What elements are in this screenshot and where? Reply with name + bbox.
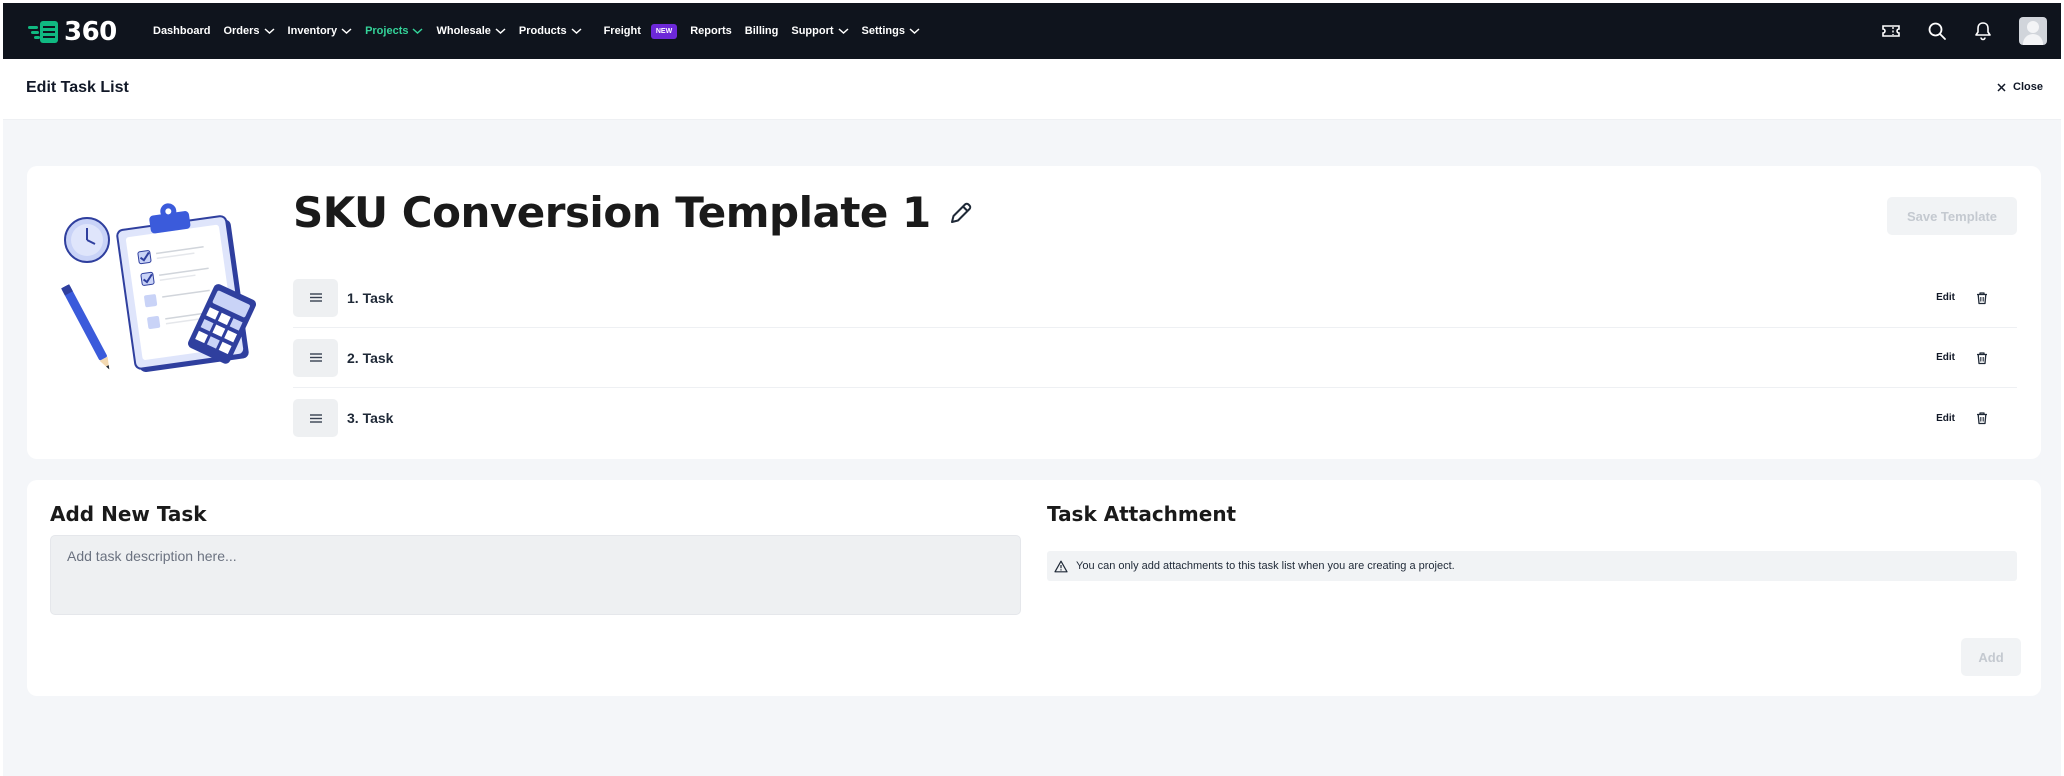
clipboard-illustration (61, 203, 257, 373)
nav-item-support[interactable]: Support (791, 25, 849, 37)
chevron-down-icon (412, 28, 423, 35)
avatar[interactable] (2019, 17, 2047, 45)
bell-icon[interactable] (1973, 21, 1993, 41)
avatar-body (2023, 34, 2043, 45)
nav-item-freight[interactable]: Freight NEW (603, 23, 678, 39)
avatar-head (2027, 21, 2039, 33)
chevron-down-icon (341, 28, 352, 35)
drag-handle-icon (309, 293, 322, 302)
main-nav-menu: Dashboard Orders Inventory Projects Whol… (153, 3, 933, 59)
nav-item-billing[interactable]: Billing (745, 25, 779, 37)
nav-item-products[interactable]: Products (519, 25, 582, 37)
template-title: SKU Conversion Template 1 (293, 188, 975, 237)
task-label: 2. Task (347, 349, 394, 366)
drag-handle[interactable] (293, 338, 338, 377)
task-row: 3. Task Edit (293, 388, 2017, 448)
nav-label: Support (791, 25, 834, 37)
chevron-down-icon (495, 28, 506, 35)
page-header: Edit Task List Close (3, 59, 2061, 120)
logo-mark-icon (28, 21, 58, 43)
task-edit-button[interactable]: Edit (1936, 413, 1955, 424)
pencil-icon[interactable] (947, 199, 975, 227)
add-task-card: Add New Task Task Attachment You can onl… (27, 480, 2041, 696)
nav-label: Projects (365, 25, 409, 37)
chevron-down-icon (838, 28, 849, 35)
nav-item-orders[interactable]: Orders (223, 25, 275, 37)
save-template-button[interactable]: Save Template (1887, 197, 2017, 235)
template-name: SKU Conversion Template 1 (293, 188, 931, 237)
close-label: Close (2013, 81, 2043, 93)
nav-item-inventory[interactable]: Inventory (288, 25, 353, 37)
new-badge: NEW (650, 23, 678, 39)
nav-item-dashboard[interactable]: Dashboard (153, 25, 210, 37)
chevron-down-icon (264, 28, 275, 35)
task-row: 2. Task Edit (293, 328, 2017, 388)
task-row: 1. Task Edit (293, 268, 2017, 328)
nav-label: Wholesale (436, 25, 491, 37)
nav-item-reports[interactable]: Reports (690, 25, 732, 37)
task-list: 1. Task Edit 2. Task Edit 3. Task Edit (293, 268, 2017, 448)
close-icon (1997, 82, 2006, 92)
nav-label: Reports (690, 25, 732, 37)
logo-text: 360 (64, 17, 117, 47)
nav-label: Billing (744, 25, 779, 37)
top-navigation-bar: 360 Dashboard Orders Inventory Projects … (3, 3, 2061, 59)
nav-label: Inventory (287, 25, 338, 37)
nav-label: Freight (603, 25, 641, 37)
nav-label: Products (518, 25, 567, 37)
drag-handle[interactable] (293, 399, 338, 437)
trash-icon[interactable] (1975, 351, 1989, 365)
nav-label: Orders (223, 25, 260, 37)
chevron-down-icon (571, 28, 582, 35)
nav-item-settings[interactable]: Settings (862, 25, 920, 37)
ticket-icon[interactable] (1881, 21, 1901, 41)
chevron-down-icon (909, 28, 920, 35)
search-icon[interactable] (1927, 21, 1947, 41)
drag-handle-icon (309, 353, 322, 362)
trash-icon[interactable] (1975, 291, 1989, 305)
drag-handle-icon (309, 413, 322, 423)
nav-item-projects[interactable]: Projects (365, 25, 423, 37)
task-description-input[interactable] (50, 535, 1021, 615)
nav-label: Dashboard (153, 25, 211, 37)
warning-icon (1054, 560, 1068, 572)
add-new-task-heading: Add New Task (50, 502, 207, 526)
page-title: Edit Task List (26, 79, 129, 96)
template-card: SKU Conversion Template 1 Save Template … (27, 166, 2041, 459)
app-logo[interactable]: 360 (28, 17, 117, 47)
task-edit-button[interactable]: Edit (1936, 352, 1955, 363)
nav-right-actions (1881, 3, 2047, 59)
drag-handle[interactable] (293, 278, 338, 317)
task-label: 3. Task (347, 410, 394, 426)
attachment-info-notice: You can only add attachments to this tas… (1047, 551, 2017, 581)
nav-label: Settings (861, 25, 905, 37)
close-button[interactable]: Close (1997, 81, 2043, 93)
task-attachment-heading: Task Attachment (1047, 502, 1237, 526)
attachment-info-text: You can only add attachments to this tas… (1076, 560, 1455, 572)
trash-icon[interactable] (1975, 411, 1989, 425)
nav-item-wholesale[interactable]: Wholesale (436, 25, 506, 37)
task-label: 1. Task (347, 289, 394, 306)
add-task-button[interactable]: Add (1961, 638, 2021, 676)
task-edit-button[interactable]: Edit (1936, 292, 1955, 303)
